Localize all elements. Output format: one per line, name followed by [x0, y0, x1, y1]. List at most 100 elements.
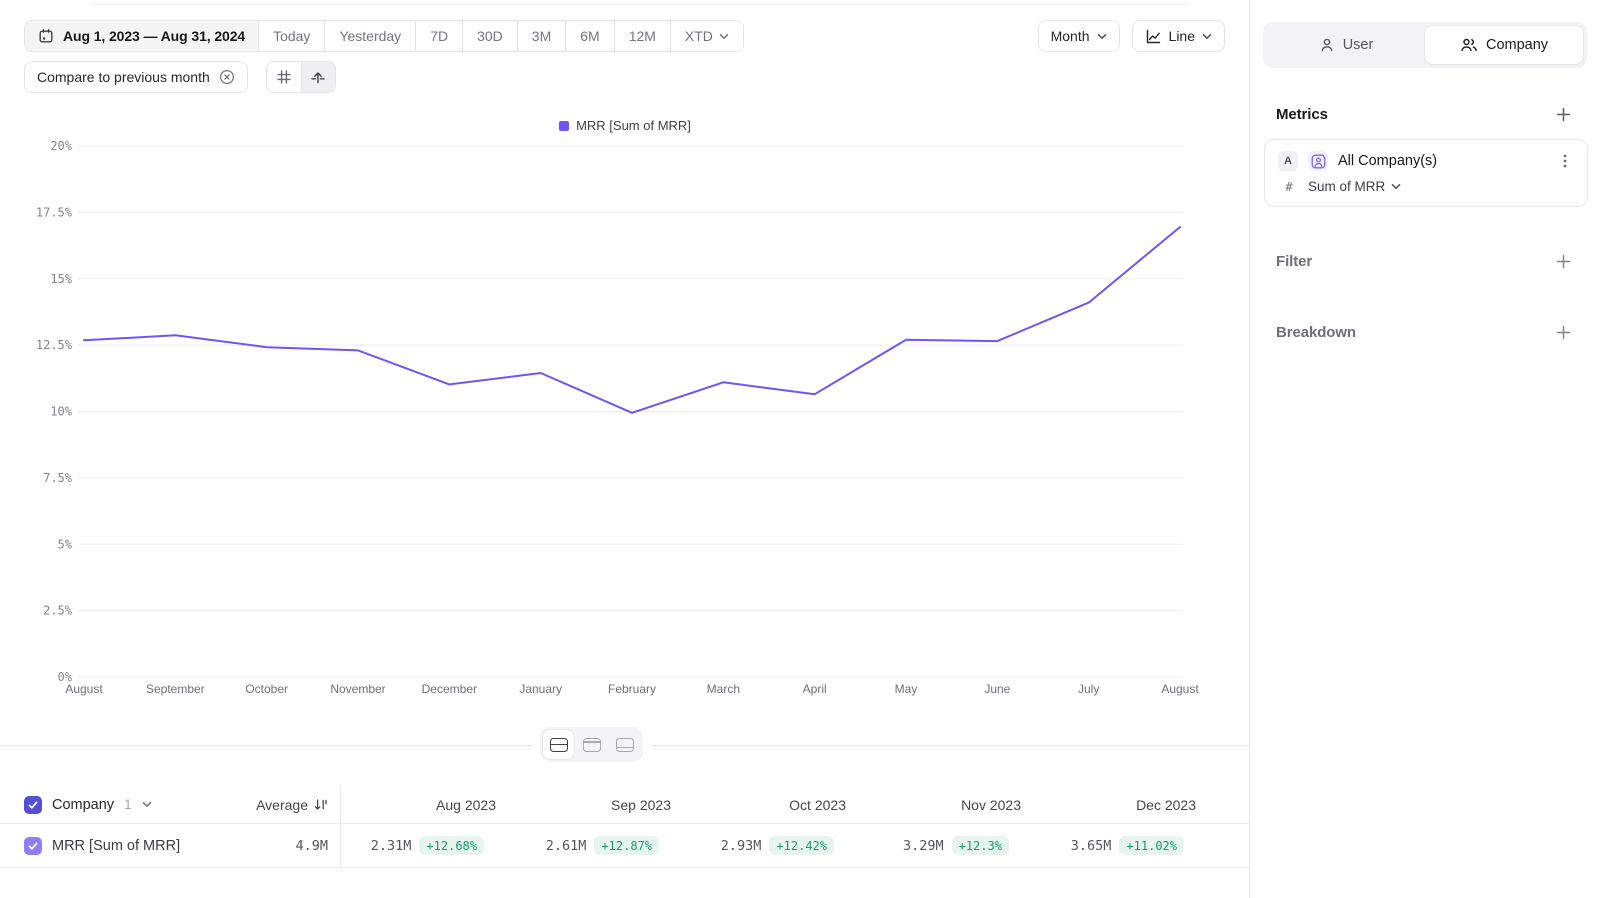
y-tick-label: 17.5%: [36, 205, 73, 219]
chevron-down-icon: [1202, 33, 1212, 40]
x-tick-label: January: [519, 682, 562, 696]
range-button-3m[interactable]: 3M: [517, 21, 565, 51]
row-name: MRR [Sum of MRR]: [52, 838, 180, 854]
chart-type-dropdown[interactable]: Line: [1132, 20, 1225, 52]
cell-change-badge: +12.68%: [419, 836, 484, 855]
mrr-chart[interactable]: 0%2.5%5%7.5%10%12.5%15%17.5%20%AugustSep…: [0, 136, 1250, 706]
group-count: 1: [124, 797, 132, 812]
plus-icon: [1555, 106, 1572, 123]
x-tick-label: December: [422, 682, 477, 696]
numeric-hash-icon: #: [1281, 179, 1297, 194]
range-button-yesterday[interactable]: Yesterday: [324, 21, 415, 51]
plus-icon: [1555, 324, 1572, 341]
table-header-row: Company 1 Average Aug 2023Sep 2023Oct 20…: [0, 786, 1250, 824]
chart-controls: Month Line: [1038, 20, 1225, 52]
x-tick-label: June: [984, 682, 1010, 696]
tab-company-label: Company: [1486, 37, 1548, 53]
cell-value: 3.65M: [1071, 838, 1112, 854]
column-header: Oct 2023: [691, 797, 866, 813]
x-tick-label: November: [330, 682, 385, 696]
company-avatar-icon: [1308, 151, 1328, 171]
x-tick-label: August: [1161, 682, 1199, 696]
metric-card[interactable]: A All Company(s) # Sum of MRR: [1264, 139, 1588, 207]
breakdown-section-header: Breakdown: [1250, 322, 1600, 343]
cell-value: 2.61M: [546, 838, 587, 854]
column-header: Sep 2023: [516, 797, 691, 813]
chevron-down-icon: [1391, 183, 1401, 190]
table-cell: 3.29M+12.3%: [866, 836, 1041, 855]
legend-swatch: [559, 121, 569, 131]
add-breakdown-button[interactable]: [1553, 322, 1574, 343]
row-average: 4.9M: [295, 838, 328, 854]
range-button-6m[interactable]: 6M: [565, 21, 613, 51]
range-button-12m[interactable]: 12M: [614, 21, 670, 51]
close-circle-icon[interactable]: [219, 69, 235, 85]
granularity-dropdown[interactable]: Month: [1038, 20, 1120, 52]
x-tick-label: March: [707, 682, 740, 696]
tab-company[interactable]: Company: [1425, 26, 1583, 64]
layout-split-icon: [550, 738, 568, 752]
column-header: Dec 2023: [1041, 797, 1216, 813]
tab-user[interactable]: User: [1267, 26, 1425, 64]
kebab-icon: [1558, 153, 1572, 169]
mrr-series-line: [84, 227, 1180, 413]
range-button-7d[interactable]: 7D: [415, 21, 462, 51]
table-cell: 2.93M+12.42%: [691, 836, 866, 855]
y-tick-label: 2.5%: [43, 604, 73, 618]
table-header-main: Company 1 Average: [0, 786, 341, 823]
x-tick-label: October: [245, 682, 288, 696]
y-tick-label: 12.5%: [36, 338, 73, 352]
select-all-checkbox[interactable]: [24, 796, 42, 814]
layout-split-button[interactable]: [543, 730, 574, 759]
top-divider: [92, 4, 1188, 5]
sort-icon: [313, 797, 328, 812]
add-filter-button[interactable]: [1553, 251, 1574, 272]
breakdown-title: Breakdown: [1276, 324, 1356, 341]
row-checkbox[interactable]: [24, 837, 42, 855]
metrics-title: Metrics: [1276, 106, 1328, 123]
layout-chart-button[interactable]: [576, 730, 607, 759]
range-button-30d[interactable]: 30D: [462, 21, 517, 51]
x-tick-label: February: [608, 682, 656, 696]
y-tick-label: 5%: [58, 537, 73, 551]
table-row[interactable]: MRR [Sum of MRR] 4.9M 2.31M +12.68% 2.61M +…: [0, 824, 1250, 868]
average-sort[interactable]: Average: [256, 797, 340, 813]
column-header: Aug 2023: [341, 797, 516, 813]
metric-menu-button[interactable]: [1556, 151, 1574, 171]
compare-chip[interactable]: Compare to previous month: [24, 61, 248, 93]
add-metric-button[interactable]: [1553, 104, 1574, 125]
cell-change-badge: +11.02%: [1119, 836, 1184, 855]
date-range-label: Aug 1, 2023 — Aug 31, 2024: [63, 28, 245, 44]
annotations-toggle[interactable]: [301, 62, 335, 92]
check-icon: [27, 840, 39, 852]
date-range-button[interactable]: Aug 1, 2023 — Aug 31, 2024: [25, 21, 258, 51]
layout-table-button[interactable]: [609, 730, 640, 759]
metric-card-title-row: A All Company(s): [1278, 151, 1574, 171]
chevron-down-icon[interactable]: [142, 801, 152, 808]
cell-change-badge: +12.42%: [769, 836, 834, 855]
filter-section-header: Filter: [1250, 251, 1600, 272]
chart-type-label: Line: [1169, 28, 1195, 44]
table-cell: 2.31M +12.68%: [341, 836, 516, 855]
calendar-icon: [38, 28, 54, 44]
legend-label: MRR [Sum of MRR]: [576, 118, 691, 133]
cell-value: 2.31M: [371, 838, 412, 854]
gridlines-toggle[interactable]: [267, 62, 301, 92]
table-cell: 3.65M +11.02%: [1041, 836, 1216, 855]
toolbar-secondary: Compare to previous month: [24, 61, 1225, 93]
range-button-xtd[interactable]: XTD: [670, 21, 743, 51]
aggregation-dropdown[interactable]: Sum of MRR: [1308, 179, 1401, 194]
x-tick-label: May: [895, 682, 918, 696]
config-sidebar: User Company Metrics A All Company(s): [1250, 0, 1600, 898]
column-header: Nov 2023: [866, 797, 1041, 813]
table-month-headers: Aug 2023Sep 2023Oct 2023Nov 2023Dec 2023: [341, 797, 1250, 813]
layout-toggle-group: [540, 727, 643, 762]
y-tick-label: 20%: [50, 139, 72, 153]
grid-icon: [276, 69, 292, 85]
arrow-up-from-line-icon: [310, 69, 326, 85]
check-icon: [27, 799, 39, 811]
granularity-label: Month: [1051, 28, 1090, 44]
chart-options-group: [266, 61, 336, 93]
metric-entity-name: All Company(s): [1338, 153, 1437, 169]
range-button-today[interactable]: Today: [258, 21, 324, 51]
